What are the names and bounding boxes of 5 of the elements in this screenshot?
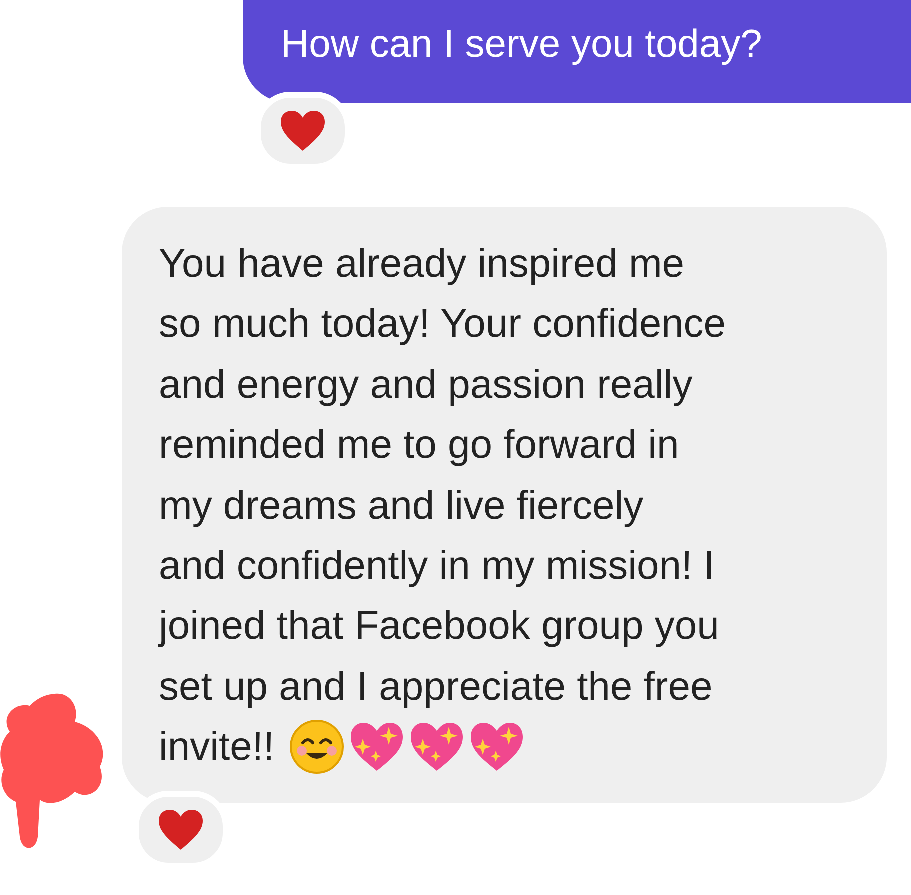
heart-icon [158, 808, 204, 851]
message-text: How can I serve you today? [281, 22, 764, 68]
smiling-face-icon [288, 719, 345, 776]
message-text: invite!! [159, 724, 275, 772]
heart-icon [280, 110, 326, 152]
